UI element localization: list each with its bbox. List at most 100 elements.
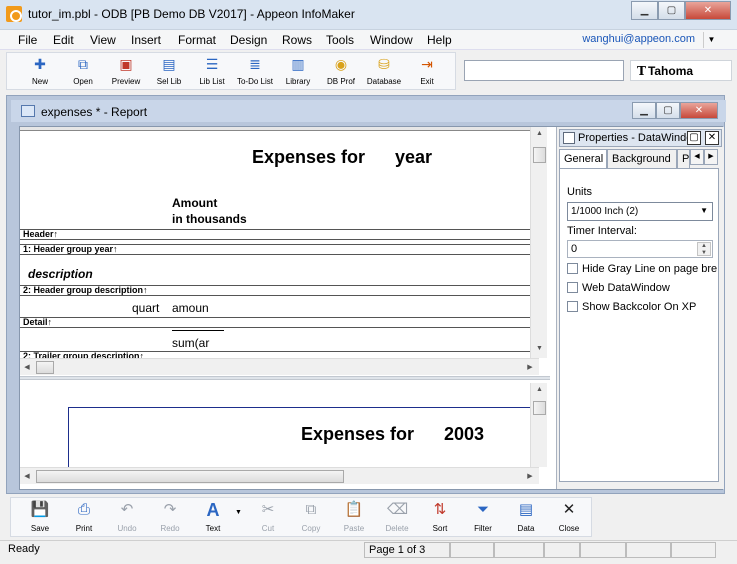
- undo-button[interactable]: ↶ Undo: [106, 498, 148, 534]
- new-button[interactable]: ✚ New: [19, 53, 61, 89]
- menu-help[interactable]: Help: [427, 33, 452, 47]
- menu-window[interactable]: Window: [370, 33, 413, 47]
- units-select[interactable]: 1/1000 Inch (2) ▼: [567, 202, 713, 221]
- sort-button[interactable]: ⇅ Sort: [419, 498, 461, 534]
- description-field[interactable]: description: [28, 267, 93, 281]
- scroll-down-icon[interactable]: ▼: [531, 342, 548, 356]
- scroll-thumb[interactable]: [36, 470, 344, 483]
- filter-button[interactable]: ⏷ Filter: [462, 498, 504, 534]
- scroll-up-icon[interactable]: ▲: [531, 383, 548, 397]
- new-icon: ✚: [34, 56, 46, 72]
- redo-button[interactable]: ↷ Redo: [149, 498, 191, 534]
- minimize-icon[interactable]: ▁: [632, 102, 656, 119]
- scroll-thumb[interactable]: [36, 361, 54, 374]
- preview-title-text: Expenses for: [301, 424, 415, 444]
- group2-header-band-bar[interactable]: 2: Header group description↑: [20, 285, 539, 296]
- menu-rows[interactable]: Rows: [282, 33, 312, 47]
- paste-button[interactable]: 📋 Paste: [333, 498, 375, 534]
- infomaker-app-icon[interactable]: [6, 6, 22, 22]
- scroll-up-icon[interactable]: ▲: [531, 127, 548, 141]
- quarter-field[interactable]: quart: [132, 301, 159, 315]
- web-datawindow-checkbox[interactable]: Web DataWindow: [567, 282, 717, 294]
- scroll-left-icon[interactable]: ◀: [20, 468, 34, 485]
- data-button[interactable]: ▤ Data: [505, 498, 547, 534]
- preview-vertical-scrollbar[interactable]: ▲: [530, 383, 547, 467]
- properties-pin-icon: [563, 132, 575, 144]
- open-button[interactable]: ⧉ Open: [62, 53, 104, 89]
- menu-edit[interactable]: Edit: [53, 33, 74, 47]
- delete-button[interactable]: ⌫ Delete: [376, 498, 418, 534]
- tab-general[interactable]: General: [559, 149, 607, 170]
- maximize-icon[interactable]: ▢: [658, 1, 685, 20]
- redo-icon: ↷: [163, 501, 177, 518]
- text-button[interactable]: A Text: [192, 498, 234, 534]
- amount-field[interactable]: amoun: [172, 301, 212, 315]
- chevron-down-icon[interactable]: ▼: [703, 32, 719, 48]
- sum-amount-field[interactable]: sum(ar: [172, 336, 212, 350]
- design-vertical-scrollbar[interactable]: ▲ ▼: [530, 127, 547, 358]
- close-report-icon[interactable]: ✕: [680, 102, 718, 119]
- design-horizontal-scrollbar[interactable]: ◀ ▶: [20, 358, 539, 375]
- exit-button[interactable]: ⇥ Exit: [406, 53, 448, 89]
- header-band-bar[interactable]: Header↑: [20, 229, 539, 240]
- db-profile-icon: ◉: [334, 56, 348, 72]
- preview-view[interactable]: Expenses for 2003: [20, 380, 539, 467]
- font-name-box[interactable]: T Tahoma: [630, 60, 732, 81]
- tab-background[interactable]: Background: [607, 149, 677, 169]
- menu-file[interactable]: File: [18, 33, 37, 47]
- maximize-icon[interactable]: ▢: [656, 102, 680, 119]
- scroll-thumb[interactable]: [533, 147, 546, 163]
- preview-button[interactable]: ▣ Preview: [105, 53, 147, 89]
- toolbar-combo-box[interactable]: [464, 60, 624, 81]
- amount-header-line1[interactable]: Amount: [172, 196, 217, 210]
- report-title-year-field[interactable]: year: [395, 147, 432, 168]
- library-button[interactable]: ▥ Library: [277, 53, 319, 89]
- status-cell-2: [494, 542, 544, 558]
- detail-band-bar[interactable]: Detail↑: [20, 317, 539, 328]
- preview-horizontal-scrollbar[interactable]: ◀ ▶: [20, 467, 539, 484]
- show-backcolor-checkbox[interactable]: Show Backcolor On XP: [567, 301, 717, 313]
- menu-format[interactable]: Format: [178, 33, 216, 47]
- maximize-panel-icon[interactable]: ▢: [687, 131, 701, 145]
- menu-view[interactable]: View: [90, 33, 116, 47]
- scroll-right-icon[interactable]: ▶: [523, 359, 537, 376]
- library-list-button[interactable]: ☰ Lib List: [191, 53, 233, 89]
- copy-button[interactable]: ⧉ Copy: [290, 498, 332, 534]
- todo-list-button[interactable]: ≣ To-Do List: [234, 53, 276, 89]
- spin-icon[interactable]: ▲ ▼: [697, 242, 711, 256]
- select-library-button[interactable]: ▤ Sel Lib: [148, 53, 190, 89]
- save-button[interactable]: 💾 Save: [19, 498, 61, 534]
- timer-interval-input[interactable]: 0 ▲ ▼: [567, 240, 713, 258]
- report-window-title-bar: expenses * - Report ▁ ▢ ✕: [11, 100, 726, 122]
- checkbox-icon: [567, 263, 578, 274]
- amount-header-line2[interactable]: in thousands: [172, 212, 247, 226]
- print-button[interactable]: ⎙ Print: [63, 498, 105, 534]
- scroll-thumb[interactable]: [533, 401, 546, 415]
- preview-page: Expenses for 2003: [68, 407, 539, 467]
- save-icon: 💾: [30, 501, 50, 518]
- tab-scroll-right-icon[interactable]: ▶: [704, 149, 718, 165]
- design-view[interactable]: Expenses for year Amount in thousands He…: [20, 127, 539, 374]
- truetype-font-icon: T: [637, 64, 646, 78]
- user-account-link[interactable]: wanghui@appeon.com: [582, 33, 695, 45]
- menu-insert[interactable]: Insert: [131, 33, 161, 47]
- minimize-icon[interactable]: ▁: [631, 1, 658, 20]
- tab-scroll-left-icon[interactable]: ◀: [690, 149, 704, 165]
- db-profile-button[interactable]: ◉ DB Prof: [320, 53, 362, 89]
- close-button[interactable]: ✕ Close: [548, 498, 590, 534]
- tab-print[interactable]: Print: [677, 149, 690, 169]
- menu-tools[interactable]: Tools: [326, 33, 354, 47]
- close-window-icon[interactable]: ✕: [685, 1, 731, 20]
- scroll-left-icon[interactable]: ◀: [20, 359, 34, 376]
- scroll-right-icon[interactable]: ▶: [523, 468, 537, 485]
- menu-design[interactable]: Design: [230, 33, 267, 47]
- cut-button[interactable]: ✂ Cut: [247, 498, 289, 534]
- text-dropdown-icon[interactable]: ▼: [235, 509, 242, 516]
- report-title-text[interactable]: Expenses for: [252, 147, 365, 168]
- select-library-icon: ▤: [162, 56, 176, 72]
- close-panel-icon[interactable]: ✕: [705, 131, 719, 145]
- top-ruler: [20, 127, 539, 131]
- group1-header-band-bar[interactable]: 1: Header group year↑: [20, 244, 539, 255]
- database-button[interactable]: ⛁ Database: [363, 53, 405, 89]
- hide-gray-line-checkbox[interactable]: Hide Gray Line on page break: [567, 263, 717, 275]
